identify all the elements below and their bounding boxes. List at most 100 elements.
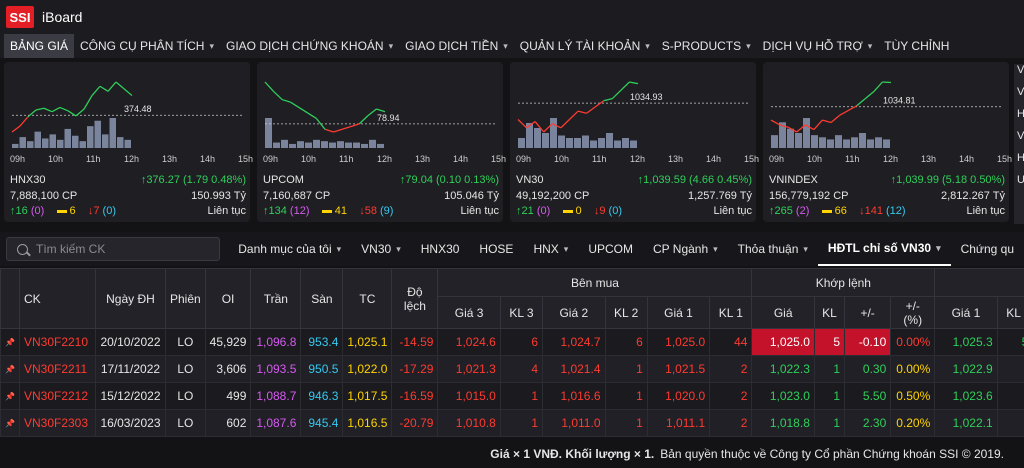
menu-item-1[interactable]: CÔNG CỤ PHÂN TÍCH ▾ (74, 34, 220, 58)
volume-bar (34, 131, 41, 148)
col-kl3[interactable]: KL 3 (499, 296, 544, 329)
menu-item-3[interactable]: GIAO DỊCH TIỀN ▾ (399, 34, 514, 58)
search-input[interactable] (36, 242, 206, 256)
col-gia[interactable]: Giá (751, 296, 815, 329)
col-ck[interactable]: CK (18, 268, 96, 329)
col-gia3[interactable]: Giá 3 (437, 296, 501, 329)
volume-bar (12, 143, 19, 148)
pin-icon[interactable]: 📌 (0, 328, 20, 356)
tab-7[interactable]: Thỏa thuận ▾ (728, 232, 818, 266)
price-line-segment (813, 119, 823, 131)
chevron-down-icon: ▾ (746, 40, 751, 51)
col-kl1[interactable]: KL 1 (709, 296, 753, 329)
side-item[interactable]: V (1014, 64, 1024, 86)
side-item[interactable]: H (1014, 108, 1024, 130)
time-tick: 15h (238, 154, 254, 164)
menu-item-5[interactable]: S-PRODUCTS ▾ (656, 34, 757, 58)
tab-1[interactable]: VN30 ▾ (351, 232, 411, 266)
cell-tran: 1,087.6 (250, 409, 302, 437)
floor-count: (9) (380, 205, 394, 217)
tab-6[interactable]: CP Ngành ▾ (643, 232, 728, 266)
volume-bar (590, 140, 597, 148)
col-ngay-dh[interactable]: Ngày ĐH (94, 268, 166, 329)
col-gia1[interactable]: Giá 1 (646, 296, 711, 329)
price-line-segment (864, 91, 875, 100)
volume-bar (518, 138, 525, 148)
top-bar: SSI iBoard (0, 0, 1024, 34)
col-sell-gia1[interactable]: Giá 1 (934, 296, 998, 329)
time-axis: 09h 10h 11h 12h 13h 14h 15h (763, 154, 1012, 166)
col-sell-kl1[interactable]: KL 1 (996, 296, 1024, 329)
side-panel[interactable]: VVHVHU (1014, 64, 1024, 224)
group-khop-lenh: Khớp lệnh (751, 268, 936, 297)
side-item[interactable]: V (1014, 130, 1024, 152)
pin-icon[interactable]: 📌 (0, 409, 20, 437)
col-tran[interactable]: Trần (250, 268, 302, 329)
table-row[interactable]: 📌 VN30F2210 20/10/2022 LO 45,929 1,096.8 953.4… (0, 328, 1024, 356)
col-phien[interactable]: Phiên (164, 268, 206, 329)
price-line-segment (290, 101, 300, 109)
price-line-segment (35, 107, 45, 111)
cell-tran: 1,096.8 (250, 328, 302, 356)
index-card-vn30[interactable]: 1034.93 09h 10h 11h 12h 13h 14h 15h VN30 ↑1,039… (510, 62, 759, 222)
cell-k2: 1 (604, 409, 648, 437)
ceiling-count: (0) (536, 205, 551, 217)
menu-item-4[interactable]: QUẢN LÝ TÀI KHOẢN ▾ (514, 34, 656, 58)
table-row[interactable]: 📌 VN30F2211 17/11/2022 LO 3,606 1,093.5 950.5 1… (0, 355, 1024, 383)
volume-bar (827, 139, 834, 148)
chevron-down-icon: ▾ (388, 40, 394, 51)
menu-item-0[interactable]: BẢNG GIÁ (4, 34, 75, 58)
tab-0[interactable]: Danh mục của tôi ▾ (228, 232, 351, 266)
floor-count: (12) (886, 205, 906, 217)
declines-count: ↓141 (859, 205, 883, 217)
volume-bar (771, 135, 778, 148)
col-do-lech[interactable]: Độ lệch (391, 268, 439, 329)
time-tick: 12h (124, 154, 140, 164)
volume-bar (369, 139, 376, 148)
side-item[interactable]: V (1014, 86, 1024, 108)
chevron-down-icon: ▾ (645, 40, 650, 51)
tab-9[interactable]: Chứng qu (951, 232, 1024, 266)
tab-4[interactable]: HNX ▾ (523, 232, 578, 266)
col-pct[interactable]: +/- (%) (890, 296, 936, 329)
index-mini-chart: 78.94 (264, 81, 497, 148)
tab-8[interactable]: HĐTL chỉ số VN30 ▾ (817, 232, 951, 266)
col-oi[interactable]: OI (204, 268, 252, 329)
unchanged-bar-icon (321, 209, 332, 213)
tab-label: UPCOM (588, 242, 633, 256)
tab-2[interactable]: HNX30 (411, 232, 470, 266)
ceiling-count: (2) (795, 205, 810, 217)
table-row[interactable]: 📌 VN30F2303 16/03/2023 LO 602 1,087.6 945.4 1,0… (0, 409, 1024, 437)
ssi-logo[interactable]: SSI (6, 6, 34, 28)
advances-count: ↑21 (516, 205, 534, 217)
volume-bar (273, 142, 280, 148)
floor-count: (0) (608, 205, 622, 217)
cell-san: 946.3 (300, 382, 344, 410)
cell-g1: 1,025.0 (646, 328, 711, 356)
price-line-segment (115, 81, 125, 90)
table-row[interactable]: 📌 VN30F2212 15/12/2022 LO 499 1,088.7 946.3 1,0… (0, 382, 1024, 410)
col-gia2[interactable]: Giá 2 (542, 296, 606, 329)
cell-g3: 1,010.8 (437, 409, 501, 437)
menu-item-2[interactable]: GIAO DỊCH CHỨNG KHOÁN ▾ (220, 34, 399, 58)
index-card-upcom[interactable]: 78.94 09h 10h 11h 12h 13h 14h 15h UPCOM ↑79.04 … (257, 62, 506, 222)
col-change[interactable]: +/- (843, 296, 892, 329)
tab-5[interactable]: UPCOM (578, 232, 643, 266)
col-kl[interactable]: KL (813, 296, 846, 329)
menu-item-7[interactable]: TÙY CHỈNH (878, 34, 955, 58)
cell-pct: 0.00% (890, 355, 936, 383)
col-tc[interactable]: TC (342, 268, 393, 329)
pin-icon[interactable]: 📌 (0, 382, 20, 410)
side-item[interactable]: U (1014, 174, 1024, 196)
menu-item-6[interactable]: DỊCH VỤ HỖ TRỢ ▾ (757, 34, 879, 58)
cell-g2: 1,016.6 (542, 382, 606, 410)
pin-icon[interactable]: 📌 (0, 355, 20, 383)
index-card-hnx30[interactable]: 374.48 09h 10h 11h 12h 13h 14h 15h HNX30 ↑376.2… (4, 62, 254, 222)
tab-3[interactable]: HOSE (469, 232, 523, 266)
side-item[interactable]: H (1014, 152, 1024, 174)
index-card-vnindex[interactable]: 1034.81 09h 10h 11h 12h 13h 14h 15h VNINDEX ↑1,… (763, 62, 1012, 222)
volume-bar (353, 142, 360, 148)
search-box[interactable] (6, 237, 221, 261)
col-san[interactable]: Sàn (300, 268, 344, 329)
col-kl2[interactable]: KL 2 (604, 296, 648, 329)
